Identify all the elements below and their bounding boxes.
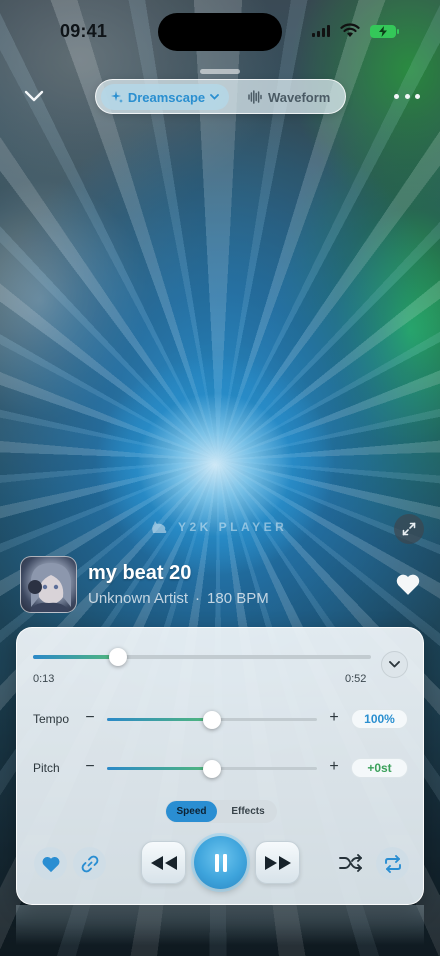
fullscreen-button[interactable] (394, 514, 424, 544)
progress-fill (33, 655, 118, 659)
rewind-icon (150, 855, 177, 870)
tempo-value[interactable]: 100% (351, 709, 408, 729)
battery-charging-icon (370, 25, 399, 38)
more-options-button[interactable] (394, 88, 420, 104)
waveform-icon (248, 90, 262, 104)
subtitle-separator: · (195, 590, 201, 607)
collapse-panel-button[interactable] (381, 651, 408, 678)
album-artwork[interactable] (20, 556, 77, 613)
cellular-signal-icon (312, 25, 330, 37)
chevron-down-icon (210, 94, 220, 100)
tab-effects[interactable]: Effects (223, 801, 273, 822)
pause-icon (214, 853, 227, 872)
heart-icon (42, 856, 59, 872)
favorite-heart-icon[interactable] (395, 572, 421, 596)
tempo-increase-button[interactable]: + (327, 709, 341, 727)
pitch-fill (107, 767, 212, 770)
pitch-value[interactable]: +0st (351, 758, 408, 778)
shuffle-button[interactable] (338, 852, 364, 874)
pitch-decrease-button[interactable]: − (83, 758, 97, 776)
tempo-label: Tempo (33, 712, 70, 726)
expand-arrows-icon (402, 522, 416, 536)
tempo-thumb[interactable] (203, 711, 221, 729)
status-time: 09:41 (60, 21, 108, 41)
track-title: my beat 20 (88, 562, 192, 584)
tab-dreamscape[interactable]: Dreamscape (101, 84, 229, 110)
track-subtitle: Unknown Artist · 180 BPM (88, 590, 269, 607)
tab-dreamscape-label: Dreamscape (127, 89, 206, 105)
tempo-decrease-button[interactable]: − (83, 709, 97, 727)
speed-effects-toggle: Speed Effects (165, 800, 277, 823)
status-bar: 09:41 (0, 0, 440, 64)
progress-slider[interactable] (33, 655, 371, 659)
pause-button[interactable] (194, 836, 247, 889)
total-time: 0:52 (345, 673, 367, 685)
fast-forward-button[interactable] (255, 841, 300, 884)
track-bpm: 180 BPM (207, 590, 269, 607)
shuffle-icon (339, 854, 362, 872)
more-dots-icon (394, 93, 399, 99)
tempo-fill (107, 718, 212, 721)
track-artist[interactable]: Unknown Artist (88, 590, 188, 607)
tab-waveform[interactable]: Waveform (248, 84, 340, 110)
chevron-down-icon (389, 661, 400, 668)
current-time: 0:13 (33, 673, 55, 685)
pitch-thumb[interactable] (203, 760, 221, 778)
cat-logo-icon (152, 521, 167, 533)
sparkle-icon (110, 91, 123, 103)
share-link-button[interactable] (73, 847, 106, 880)
minimize-button[interactable] (20, 84, 48, 108)
link-icon (81, 855, 98, 872)
player-controls-card: 0:13 0:52 Tempo − + 100% Pitch − + +0st … (16, 627, 424, 905)
visualizer-mode-selector: Dreamscape Waveform (95, 79, 346, 114)
wifi-icon (340, 23, 360, 37)
sheet-grabber[interactable] (200, 69, 240, 74)
tab-waveform-label: Waveform (268, 89, 331, 105)
progress-thumb[interactable] (108, 648, 127, 666)
tab-speed[interactable]: Speed (166, 801, 217, 822)
like-button[interactable] (34, 847, 67, 880)
rewind-button[interactable] (141, 841, 186, 884)
chevron-down-icon (24, 90, 44, 102)
fast-forward-icon (264, 855, 291, 870)
watermark-text: Y2K PLAYER (178, 520, 288, 534)
repeat-button[interactable] (376, 847, 409, 880)
pitch-label: Pitch (33, 761, 60, 775)
pitch-increase-button[interactable]: + (327, 758, 341, 776)
watermark: Y2K PLAYER (150, 520, 287, 534)
dynamic-island (158, 13, 282, 51)
repeat-icon (384, 854, 401, 873)
